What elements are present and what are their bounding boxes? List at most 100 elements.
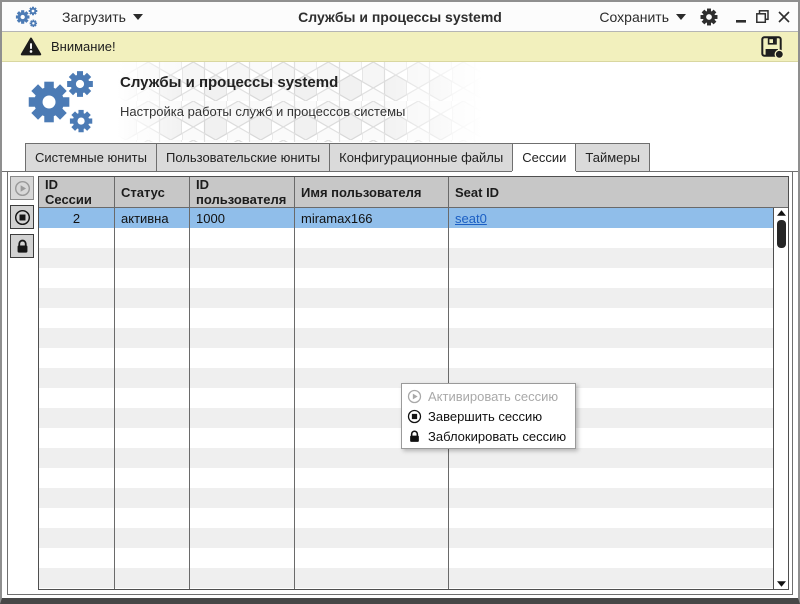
empty-cell [449, 488, 773, 508]
empty-table-row [39, 328, 773, 348]
column-header-seat-id[interactable]: Seat ID [449, 177, 788, 207]
empty-cell [39, 488, 115, 508]
settings-gear-icon[interactable] [700, 8, 718, 26]
empty-cell [295, 548, 449, 568]
empty-table-row [39, 348, 773, 368]
table-row-selected[interactable]: 2 активна 1000 miramax166 seat0 [39, 208, 773, 228]
cell-session-id: 2 [39, 208, 115, 228]
empty-cell [39, 548, 115, 568]
menu-item-activate-session: Активировать сессию [402, 386, 575, 406]
page-subtitle: Настройка работы служб и процессов систе… [120, 104, 406, 119]
empty-cell [295, 288, 449, 308]
lock-icon [407, 429, 422, 444]
maximize-button[interactable] [756, 10, 769, 23]
empty-cell [449, 288, 773, 308]
empty-cell [115, 508, 190, 528]
menu-item-lock-session[interactable]: Заблокировать сессию [402, 426, 575, 446]
empty-cell [295, 268, 449, 288]
seat-id-link[interactable]: seat0 [455, 211, 487, 226]
empty-cell [190, 288, 295, 308]
empty-cell [39, 408, 115, 428]
empty-cell [39, 388, 115, 408]
empty-cell [190, 568, 295, 588]
empty-cell [295, 348, 449, 368]
empty-cell [295, 448, 449, 468]
warning-bar: Внимание! [2, 32, 798, 62]
empty-cell [190, 248, 295, 268]
scroll-up-arrow[interactable] [774, 208, 789, 218]
empty-cell [39, 448, 115, 468]
empty-cell [39, 328, 115, 348]
empty-cell [39, 588, 115, 589]
empty-cell [115, 588, 190, 589]
empty-cell [190, 348, 295, 368]
menu-item-label: Завершить сессию [428, 408, 543, 424]
tab-timers[interactable]: Таймеры [575, 143, 650, 171]
tab-config-files[interactable]: Конфигурационные файлы [329, 143, 514, 171]
app-window: Загрузить Службы и процессы systemd Сохр… [0, 0, 800, 604]
vertical-scrollbar[interactable] [773, 208, 788, 589]
empty-cell [449, 328, 773, 348]
empty-cell [449, 348, 773, 368]
scrollbar-thumb[interactable] [776, 220, 786, 248]
empty-cell [295, 588, 449, 589]
stop-circle-icon [407, 409, 422, 424]
cell-user-id: 1000 [190, 208, 295, 228]
empty-table-row [39, 448, 773, 468]
empty-cell [39, 228, 115, 248]
header-banner: Службы и процессы systemd Настройка рабо… [2, 62, 798, 142]
menu-item-terminate-session[interactable]: Завершить сессию [402, 406, 575, 426]
play-circle-icon [407, 389, 422, 404]
empty-cell [39, 348, 115, 368]
lock-icon [14, 238, 31, 255]
save-dropdown-button[interactable]: Сохранить [599, 9, 686, 25]
empty-cell [115, 468, 190, 488]
close-button[interactable] [778, 10, 790, 23]
empty-cell [115, 548, 190, 568]
empty-cell [449, 588, 773, 589]
empty-cell [39, 468, 115, 488]
empty-cell [449, 308, 773, 328]
play-circle-icon [14, 180, 31, 197]
empty-cell [190, 408, 295, 428]
terminate-session-button[interactable] [10, 205, 34, 229]
empty-cell [115, 388, 190, 408]
empty-cell [190, 588, 295, 589]
column-header-status[interactable]: Статус [115, 177, 190, 207]
save-changes-floppy-icon[interactable] [760, 35, 784, 59]
empty-cell [39, 368, 115, 388]
empty-cell [295, 508, 449, 528]
empty-cell [190, 268, 295, 288]
session-actions-toolbar [10, 176, 37, 258]
empty-cell [39, 508, 115, 528]
column-header-user-id[interactable]: ID пользователя [190, 177, 295, 207]
tab-user-units[interactable]: Пользовательские юниты [155, 143, 331, 171]
empty-cell [449, 228, 773, 248]
table-header-row: ID Сессии Статус ID пользователя Имя пол… [39, 177, 788, 208]
activate-session-button [10, 176, 34, 200]
tab-system-units[interactable]: Системные юниты [25, 143, 157, 171]
empty-cell [190, 308, 295, 328]
empty-cell [190, 228, 295, 248]
chevron-down-icon [133, 14, 143, 20]
empty-table-row [39, 528, 773, 548]
empty-table-row [39, 488, 773, 508]
empty-table-row [39, 288, 773, 308]
warning-triangle-icon [20, 36, 42, 57]
empty-cell [39, 268, 115, 288]
minimize-button[interactable] [736, 11, 747, 23]
tab-sessions[interactable]: Сессии [512, 143, 577, 171]
empty-cell [190, 328, 295, 348]
cell-status: активна [115, 208, 190, 228]
empty-cell [190, 528, 295, 548]
empty-cell [295, 468, 449, 488]
lock-session-button[interactable] [10, 234, 34, 258]
column-header-user-name[interactable]: Имя пользователя [295, 177, 449, 207]
column-header-session-id[interactable]: ID Сессии [39, 177, 115, 207]
load-dropdown-button[interactable]: Загрузить [62, 9, 143, 25]
scroll-down-arrow[interactable] [774, 579, 789, 589]
empty-cell [115, 488, 190, 508]
empty-cell [449, 268, 773, 288]
empty-table-row [39, 228, 773, 248]
empty-cell [295, 528, 449, 548]
